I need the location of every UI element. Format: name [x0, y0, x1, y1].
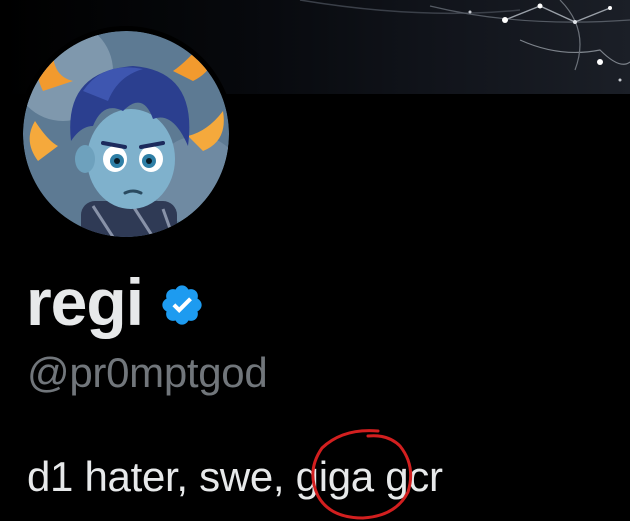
- avatar-image: [23, 31, 229, 237]
- name-row: regi: [26, 262, 205, 342]
- profile-handle: @pr0mptgod: [27, 349, 268, 396]
- profile-avatar[interactable]: [18, 26, 234, 242]
- display-name: regi: [26, 265, 144, 339]
- verified-badge-icon[interactable]: [159, 282, 205, 328]
- profile-bio: d1 hater, swe, giga gcr: [27, 453, 443, 500]
